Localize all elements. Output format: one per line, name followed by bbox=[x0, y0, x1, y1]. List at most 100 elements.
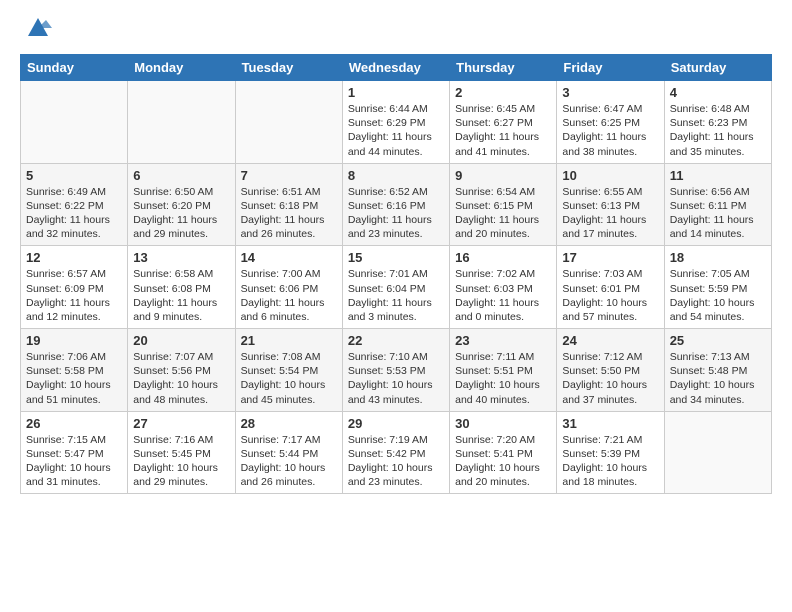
day-number: 30 bbox=[455, 416, 551, 431]
day-number: 14 bbox=[241, 250, 337, 265]
day-info: Sunrise: 6:51 AM Sunset: 6:18 PM Dayligh… bbox=[241, 185, 337, 242]
day-info: Sunrise: 6:54 AM Sunset: 6:15 PM Dayligh… bbox=[455, 185, 551, 242]
day-info: Sunrise: 6:52 AM Sunset: 6:16 PM Dayligh… bbox=[348, 185, 444, 242]
calendar-cell: 10 Sunrise: 6:55 AM Sunset: 6:13 PM Dayli… bbox=[557, 163, 664, 246]
calendar-week-row: 1 Sunrise: 6:44 AM Sunset: 6:29 PM Daylig… bbox=[21, 81, 772, 164]
day-number: 3 bbox=[562, 85, 658, 100]
day-info: Sunrise: 7:00 AM Sunset: 6:06 PM Dayligh… bbox=[241, 267, 337, 324]
page: SundayMondayTuesdayWednesdayThursdayFrid… bbox=[0, 0, 792, 504]
calendar-cell: 21 Sunrise: 7:08 AM Sunset: 5:54 PM Dayli… bbox=[235, 329, 342, 412]
day-number: 7 bbox=[241, 168, 337, 183]
calendar-day-header: Friday bbox=[557, 55, 664, 81]
calendar-day-header: Thursday bbox=[450, 55, 557, 81]
day-info: Sunrise: 6:58 AM Sunset: 6:08 PM Dayligh… bbox=[133, 267, 229, 324]
calendar-cell bbox=[664, 411, 771, 494]
day-info: Sunrise: 7:11 AM Sunset: 5:51 PM Dayligh… bbox=[455, 350, 551, 407]
day-number: 6 bbox=[133, 168, 229, 183]
day-number: 5 bbox=[26, 168, 122, 183]
logo-icon bbox=[24, 14, 52, 42]
day-number: 21 bbox=[241, 333, 337, 348]
day-number: 9 bbox=[455, 168, 551, 183]
calendar-cell: 28 Sunrise: 7:17 AM Sunset: 5:44 PM Dayli… bbox=[235, 411, 342, 494]
calendar-cell: 1 Sunrise: 6:44 AM Sunset: 6:29 PM Daylig… bbox=[342, 81, 449, 164]
calendar-cell bbox=[21, 81, 128, 164]
calendar-header-row: SundayMondayTuesdayWednesdayThursdayFrid… bbox=[21, 55, 772, 81]
day-info: Sunrise: 7:03 AM Sunset: 6:01 PM Dayligh… bbox=[562, 267, 658, 324]
calendar-cell: 9 Sunrise: 6:54 AM Sunset: 6:15 PM Daylig… bbox=[450, 163, 557, 246]
day-number: 10 bbox=[562, 168, 658, 183]
day-info: Sunrise: 7:12 AM Sunset: 5:50 PM Dayligh… bbox=[562, 350, 658, 407]
day-number: 4 bbox=[670, 85, 766, 100]
day-number: 12 bbox=[26, 250, 122, 265]
day-number: 8 bbox=[348, 168, 444, 183]
day-info: Sunrise: 6:55 AM Sunset: 6:13 PM Dayligh… bbox=[562, 185, 658, 242]
day-info: Sunrise: 6:44 AM Sunset: 6:29 PM Dayligh… bbox=[348, 102, 444, 159]
calendar-cell: 18 Sunrise: 7:05 AM Sunset: 5:59 PM Dayli… bbox=[664, 246, 771, 329]
calendar-cell: 24 Sunrise: 7:12 AM Sunset: 5:50 PM Dayli… bbox=[557, 329, 664, 412]
calendar-cell: 30 Sunrise: 7:20 AM Sunset: 5:41 PM Dayli… bbox=[450, 411, 557, 494]
calendar-cell: 16 Sunrise: 7:02 AM Sunset: 6:03 PM Dayli… bbox=[450, 246, 557, 329]
day-info: Sunrise: 7:16 AM Sunset: 5:45 PM Dayligh… bbox=[133, 433, 229, 490]
day-info: Sunrise: 7:05 AM Sunset: 5:59 PM Dayligh… bbox=[670, 267, 766, 324]
calendar-cell: 14 Sunrise: 7:00 AM Sunset: 6:06 PM Dayli… bbox=[235, 246, 342, 329]
day-info: Sunrise: 6:45 AM Sunset: 6:27 PM Dayligh… bbox=[455, 102, 551, 159]
day-info: Sunrise: 7:01 AM Sunset: 6:04 PM Dayligh… bbox=[348, 267, 444, 324]
day-info: Sunrise: 6:57 AM Sunset: 6:09 PM Dayligh… bbox=[26, 267, 122, 324]
calendar-week-row: 12 Sunrise: 6:57 AM Sunset: 6:09 PM Dayli… bbox=[21, 246, 772, 329]
calendar: SundayMondayTuesdayWednesdayThursdayFrid… bbox=[20, 54, 772, 494]
calendar-cell bbox=[235, 81, 342, 164]
calendar-week-row: 26 Sunrise: 7:15 AM Sunset: 5:47 PM Dayli… bbox=[21, 411, 772, 494]
day-info: Sunrise: 7:17 AM Sunset: 5:44 PM Dayligh… bbox=[241, 433, 337, 490]
day-number: 22 bbox=[348, 333, 444, 348]
day-info: Sunrise: 7:07 AM Sunset: 5:56 PM Dayligh… bbox=[133, 350, 229, 407]
calendar-day-header: Saturday bbox=[664, 55, 771, 81]
day-info: Sunrise: 7:21 AM Sunset: 5:39 PM Dayligh… bbox=[562, 433, 658, 490]
calendar-cell: 22Sunrise: 7:10 AM Sunset: 5:53 PM Dayli… bbox=[342, 329, 449, 412]
day-info: Sunrise: 7:19 AM Sunset: 5:42 PM Dayligh… bbox=[348, 433, 444, 490]
day-info: Sunrise: 7:06 AM Sunset: 5:58 PM Dayligh… bbox=[26, 350, 122, 407]
calendar-cell: 7 Sunrise: 6:51 AM Sunset: 6:18 PM Daylig… bbox=[235, 163, 342, 246]
day-number: 26 bbox=[26, 416, 122, 431]
calendar-cell: 27 Sunrise: 7:16 AM Sunset: 5:45 PM Dayli… bbox=[128, 411, 235, 494]
calendar-cell: 19Sunrise: 7:06 AM Sunset: 5:58 PM Dayli… bbox=[21, 329, 128, 412]
day-info: Sunrise: 7:08 AM Sunset: 5:54 PM Dayligh… bbox=[241, 350, 337, 407]
day-info: Sunrise: 6:49 AM Sunset: 6:22 PM Dayligh… bbox=[26, 185, 122, 242]
calendar-cell: 13 Sunrise: 6:58 AM Sunset: 6:08 PM Dayli… bbox=[128, 246, 235, 329]
calendar-cell: 17 Sunrise: 7:03 AM Sunset: 6:01 PM Dayli… bbox=[557, 246, 664, 329]
day-number: 17 bbox=[562, 250, 658, 265]
day-number: 23 bbox=[455, 333, 551, 348]
day-number: 28 bbox=[241, 416, 337, 431]
calendar-cell: 8 Sunrise: 6:52 AM Sunset: 6:16 PM Daylig… bbox=[342, 163, 449, 246]
calendar-cell: 4Sunrise: 6:48 AM Sunset: 6:23 PM Daylig… bbox=[664, 81, 771, 164]
day-number: 16 bbox=[455, 250, 551, 265]
day-number: 18 bbox=[670, 250, 766, 265]
day-number: 24 bbox=[562, 333, 658, 348]
day-info: Sunrise: 7:13 AM Sunset: 5:48 PM Dayligh… bbox=[670, 350, 766, 407]
day-info: Sunrise: 7:20 AM Sunset: 5:41 PM Dayligh… bbox=[455, 433, 551, 490]
day-number: 13 bbox=[133, 250, 229, 265]
calendar-day-header: Tuesday bbox=[235, 55, 342, 81]
day-number: 1 bbox=[348, 85, 444, 100]
day-info: Sunrise: 6:47 AM Sunset: 6:25 PM Dayligh… bbox=[562, 102, 658, 159]
calendar-cell: 12 Sunrise: 6:57 AM Sunset: 6:09 PM Dayli… bbox=[21, 246, 128, 329]
day-info: Sunrise: 7:15 AM Sunset: 5:47 PM Dayligh… bbox=[26, 433, 122, 490]
calendar-cell: 15Sunrise: 7:01 AM Sunset: 6:04 PM Dayli… bbox=[342, 246, 449, 329]
day-number: 2 bbox=[455, 85, 551, 100]
calendar-cell: 23 Sunrise: 7:11 AM Sunset: 5:51 PM Dayli… bbox=[450, 329, 557, 412]
calendar-day-header: Monday bbox=[128, 55, 235, 81]
day-number: 25 bbox=[670, 333, 766, 348]
calendar-cell: 25 Sunrise: 7:13 AM Sunset: 5:48 PM Dayli… bbox=[664, 329, 771, 412]
day-number: 27 bbox=[133, 416, 229, 431]
day-info: Sunrise: 6:50 AM Sunset: 6:20 PM Dayligh… bbox=[133, 185, 229, 242]
calendar-cell: 20Sunrise: 7:07 AM Sunset: 5:56 PM Dayli… bbox=[128, 329, 235, 412]
day-info: Sunrise: 7:02 AM Sunset: 6:03 PM Dayligh… bbox=[455, 267, 551, 324]
calendar-day-header: Sunday bbox=[21, 55, 128, 81]
calendar-day-header: Wednesday bbox=[342, 55, 449, 81]
day-number: 29 bbox=[348, 416, 444, 431]
day-number: 31 bbox=[562, 416, 658, 431]
calendar-cell: 5 Sunrise: 6:49 AM Sunset: 6:22 PM Daylig… bbox=[21, 163, 128, 246]
calendar-cell bbox=[128, 81, 235, 164]
calendar-cell: 6 Sunrise: 6:50 AM Sunset: 6:20 PM Daylig… bbox=[128, 163, 235, 246]
calendar-cell: 2 Sunrise: 6:45 AM Sunset: 6:27 PM Daylig… bbox=[450, 81, 557, 164]
calendar-cell: 31 Sunrise: 7:21 AM Sunset: 5:39 PM Dayli… bbox=[557, 411, 664, 494]
